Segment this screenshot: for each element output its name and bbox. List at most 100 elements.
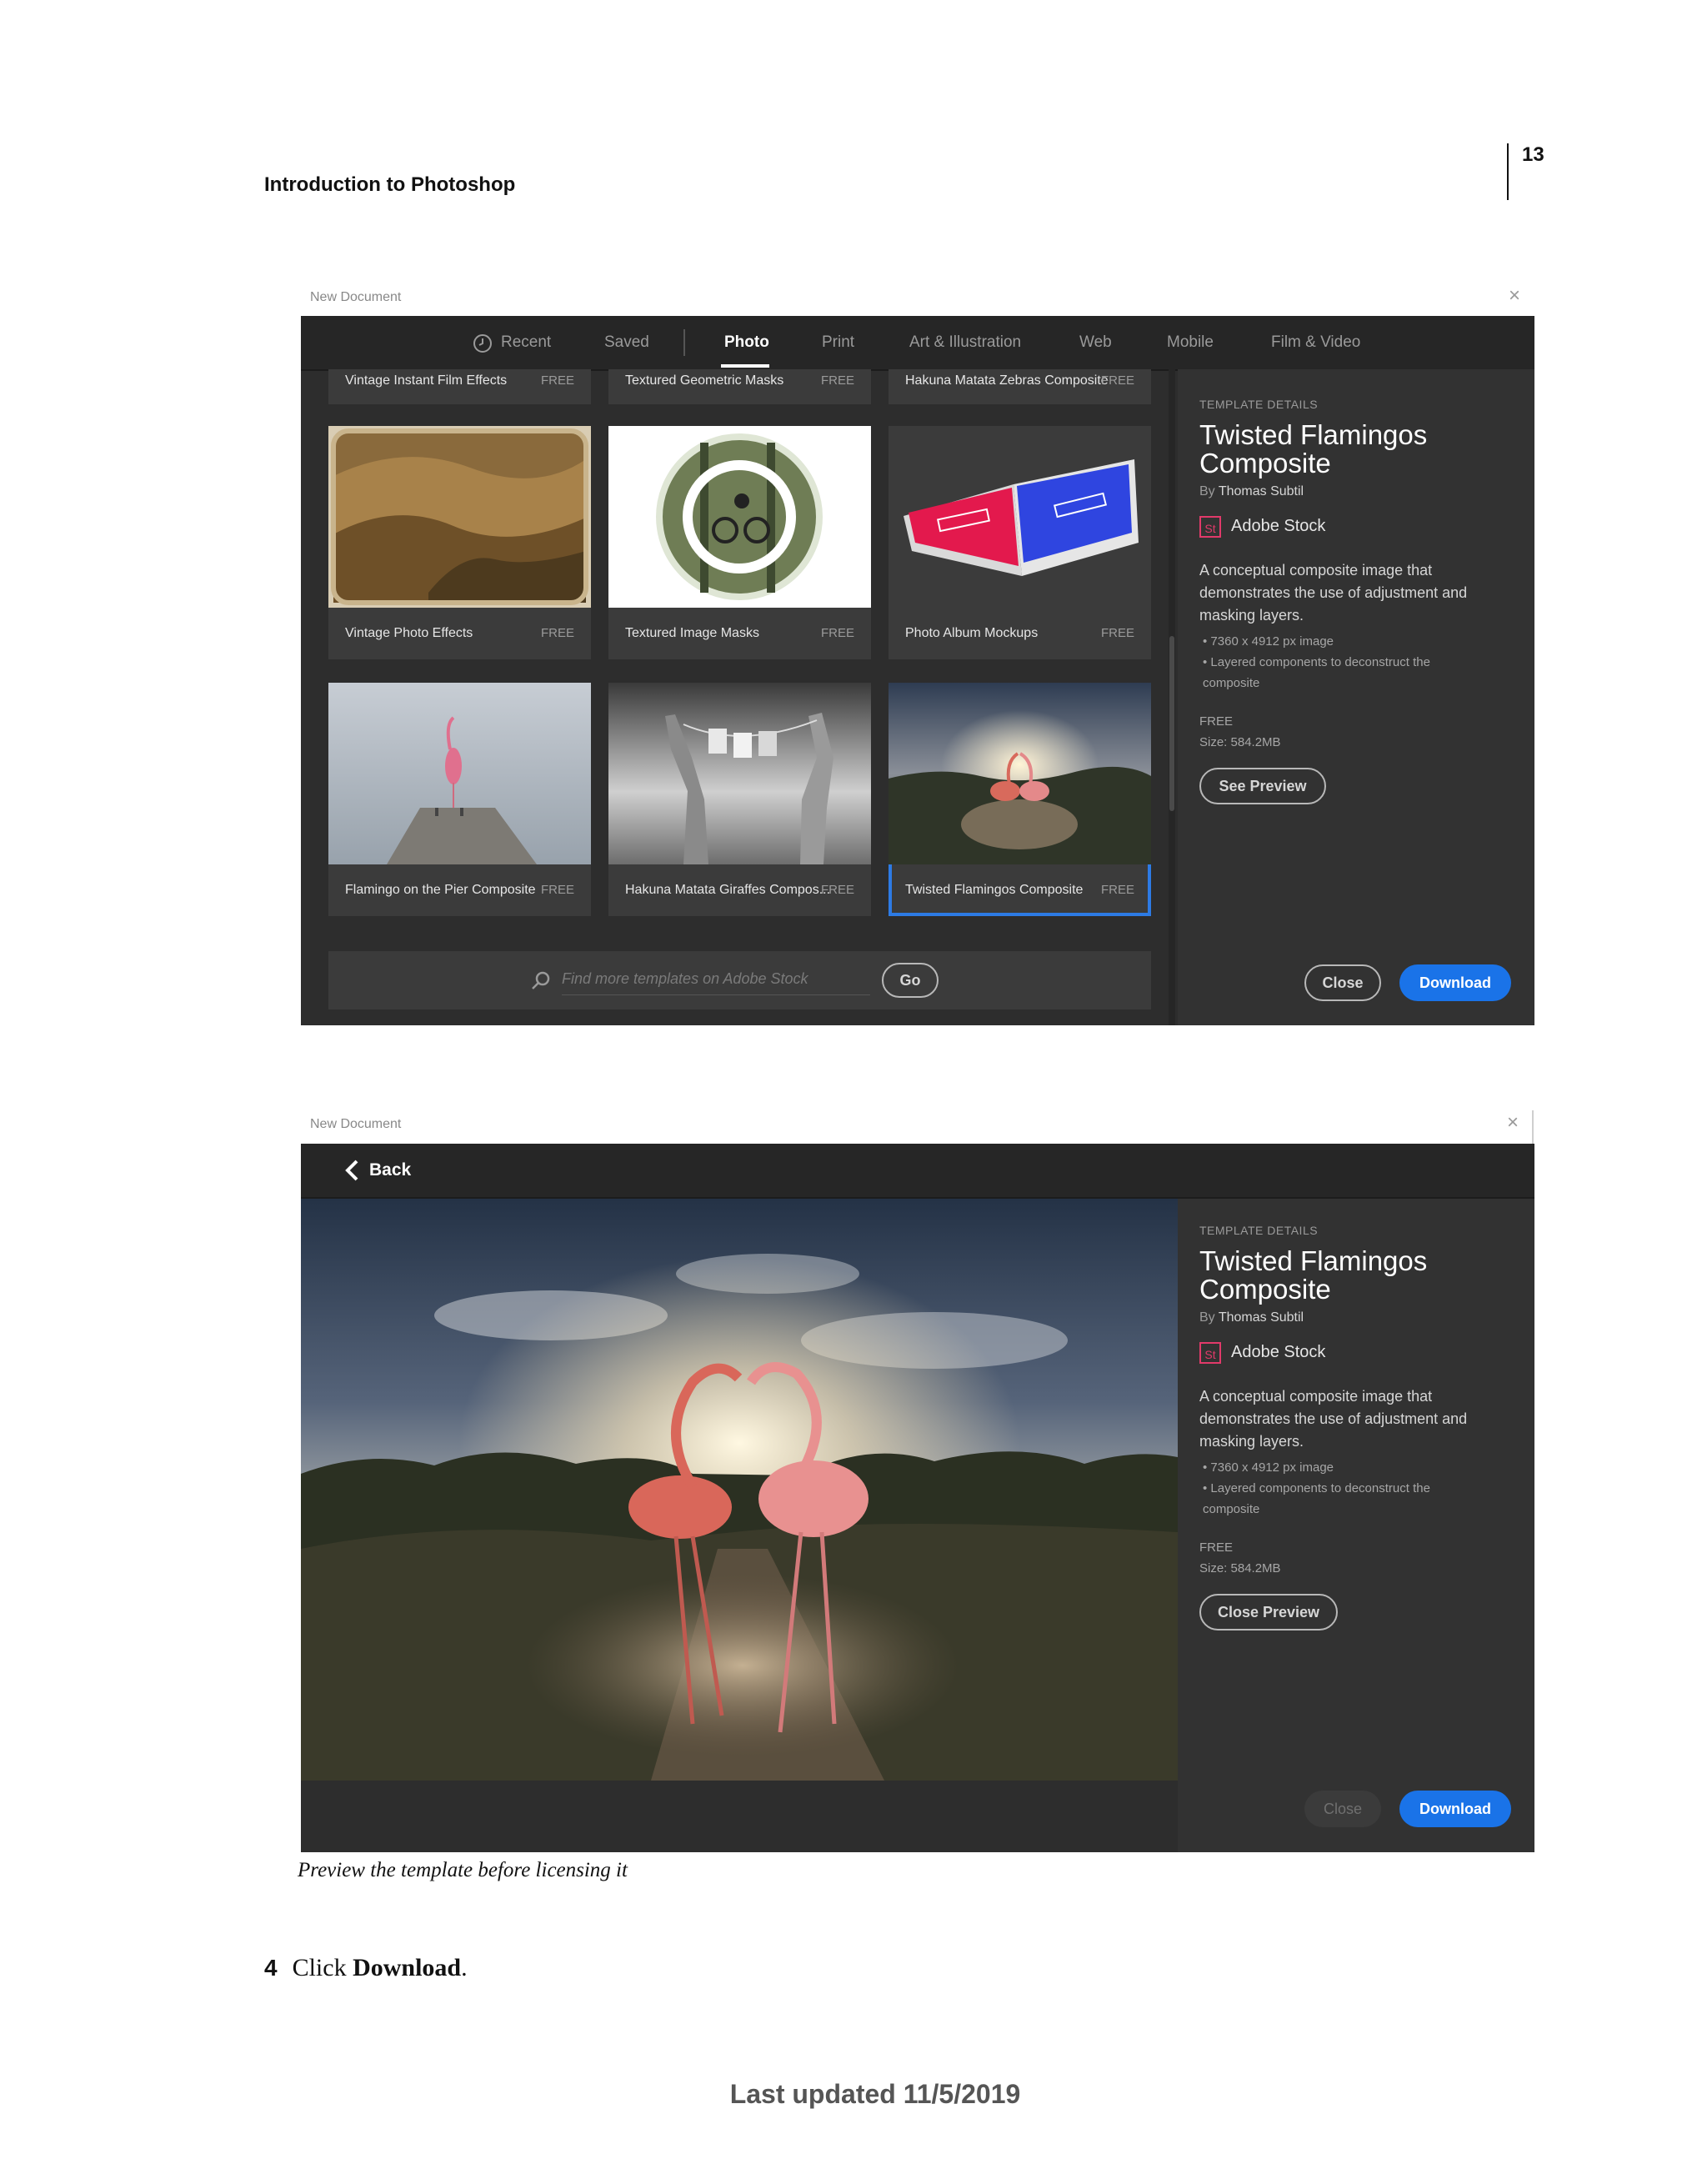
- page-footer: Last updated 11/5/2019: [729, 2079, 1021, 2109]
- stock-search-bar: Find more templates on Adobe Stock Go: [328, 951, 1151, 1009]
- tab-art-illustration[interactable]: Art & Illustration: [909, 316, 1021, 369]
- dialog-close-icon[interactable]: ×: [1507, 1113, 1519, 1133]
- template-price: FREE: [820, 373, 854, 388]
- template-name: Hakuna Matata Giraffes Compos...: [625, 883, 831, 897]
- spec-bullet: • 7360 x 4912 px image: [1203, 1460, 1334, 1475]
- author-name: Thomas Subtil: [1218, 1310, 1304, 1325]
- close-preview-button[interactable]: Close Preview: [1199, 1594, 1338, 1630]
- template-thumbnail: [608, 683, 871, 864]
- header-divider: [1507, 143, 1509, 200]
- dialog-close-icon[interactable]: ×: [1509, 286, 1520, 306]
- template-card[interactable]: Vintage Photo Effects FREE: [328, 426, 591, 659]
- spec-bullet: • Layered components to deconstruct the …: [1203, 1481, 1430, 1516]
- template-title-line2: Composite: [1199, 1274, 1331, 1305]
- download-button[interactable]: Download: [1399, 1791, 1511, 1827]
- tab-recent[interactable]: Recent: [501, 316, 551, 369]
- scrollbar-track[interactable]: [1169, 369, 1175, 1025]
- active-tab-indicator: [721, 364, 769, 368]
- category-tabs: Recent Saved Photo Print Art & Illustrat…: [301, 316, 1534, 371]
- template-grid: Vintage Instant Film Effects FREE Textur…: [301, 369, 1169, 1025]
- template-name: Photo Album Mockups: [905, 626, 1039, 640]
- template-thumbnail: [889, 683, 1151, 864]
- see-preview-button[interactable]: See Preview: [1199, 768, 1326, 804]
- page-number: 13: [1522, 143, 1544, 166]
- tab-mobile[interactable]: Mobile: [1167, 316, 1214, 369]
- template-name: Textured Image Masks: [625, 626, 759, 640]
- back-button[interactable]: Back: [369, 1144, 411, 1197]
- template-title-line2: Composite: [1199, 448, 1331, 478]
- template-price: FREE: [540, 626, 574, 640]
- step-number: 4: [264, 1955, 278, 1981]
- download-button[interactable]: Download: [1399, 964, 1511, 1001]
- template-card-selected[interactable]: Twisted Flamingos Composite FREE: [889, 683, 1151, 916]
- instruction-step: 4 Click Download.: [264, 1954, 468, 1982]
- template-price: FREE: [820, 626, 854, 640]
- template-preview-dialog: Back TEMPLATE DETAILS Twisted Flamingos …: [301, 1144, 1534, 1852]
- template-name: Hakuna Matata Zebras Composite: [905, 373, 1109, 388]
- spec-bullet: • Layered components to deconstruct the …: [1203, 655, 1430, 690]
- author-name: Thomas Subtil: [1218, 484, 1304, 498]
- template-thumbnail: [608, 426, 871, 608]
- preview-header: Back: [301, 1144, 1534, 1199]
- author-line: By Thomas Subtil: [1199, 1310, 1304, 1325]
- tab-saved[interactable]: Saved: [604, 316, 649, 369]
- search-icon: [532, 971, 550, 989]
- template-card[interactable]: Hakuna Matata Giraffes Compos... FREE: [608, 683, 871, 916]
- spec-text: 7360 x 4912 px image: [1210, 634, 1334, 649]
- tab-photo[interactable]: Photo: [724, 316, 769, 369]
- preview-footer: [301, 1781, 1178, 1852]
- scrollbar-thumb[interactable]: [1169, 636, 1174, 811]
- go-button[interactable]: Go: [882, 963, 939, 998]
- adobe-stock-logo: St: [1199, 1342, 1221, 1364]
- template-size: Size: 584.2MB: [1199, 735, 1281, 749]
- template-price: FREE: [1100, 373, 1134, 388]
- template-name: Vintage Instant Film Effects: [345, 373, 508, 388]
- template-thumbnail: [889, 426, 1151, 608]
- template-size: Size: 584.2MB: [1199, 1561, 1281, 1575]
- brand-name: Adobe Stock: [1231, 1343, 1326, 1361]
- adobe-stock-logo: St: [1199, 516, 1221, 538]
- clock-icon: [473, 334, 492, 353]
- spec-text: 7360 x 4912 px image: [1210, 1460, 1334, 1475]
- tab-web[interactable]: Web: [1079, 316, 1112, 369]
- template-price: FREE: [540, 883, 574, 897]
- figure-caption: Preview the template before licensing it: [298, 1859, 628, 1881]
- close-button[interactable]: Close: [1304, 1791, 1381, 1827]
- template-price: FREE: [1199, 1540, 1234, 1555]
- template-card[interactable]: Hakuna Matata Zebras Composite FREE: [889, 369, 1151, 404]
- tab-print[interactable]: Print: [822, 316, 854, 369]
- template-card[interactable]: Flamingo on the Pier Composite FREE: [328, 683, 591, 916]
- template-card[interactable]: Vintage Instant Film Effects FREE: [328, 369, 591, 404]
- search-input[interactable]: Find more templates on Adobe Stock: [562, 970, 808, 988]
- spec-bullet: • 7360 x 4912 px image: [1203, 634, 1334, 649]
- new-document-dialog: Recent Saved Photo Print Art & Illustrat…: [301, 316, 1534, 1025]
- tab-film-video[interactable]: Film & Video: [1271, 316, 1360, 369]
- author-line: By Thomas Subtil: [1199, 484, 1304, 499]
- template-card[interactable]: Photo Album Mockups FREE: [889, 426, 1151, 659]
- page-header-title: Introduction to Photoshop: [264, 173, 516, 196]
- template-thumbnail: [328, 683, 591, 864]
- dialog-caption: New Document: [310, 1117, 402, 1131]
- search-underline: [562, 994, 870, 995]
- details-heading: TEMPLATE DETAILS: [1199, 398, 1319, 411]
- spec-text: Layered components to deconstruct the co…: [1203, 1481, 1430, 1516]
- dialog-caption: New Document: [310, 290, 402, 304]
- template-name: Vintage Photo Effects: [345, 626, 473, 640]
- chevron-left-icon[interactable]: [343, 1159, 361, 1182]
- template-name: Textured Geometric Masks: [625, 373, 784, 388]
- details-heading: TEMPLATE DETAILS: [1199, 1224, 1319, 1237]
- step-emphasis: Download: [353, 1954, 462, 1981]
- template-details-panel: TEMPLATE DETAILS Twisted Flamingos Compo…: [1178, 369, 1534, 1025]
- window-edge: [1532, 1110, 1534, 1144]
- template-card[interactable]: Textured Image Masks FREE: [608, 426, 871, 659]
- template-preview-image: [301, 1199, 1178, 1781]
- template-description: A conceptual composite image that demons…: [1199, 562, 1468, 624]
- template-title: Twisted Flamingos: [1199, 1245, 1428, 1276]
- template-card[interactable]: Textured Geometric Masks FREE: [608, 369, 871, 404]
- template-price: FREE: [820, 883, 854, 897]
- close-button[interactable]: Close: [1304, 964, 1381, 1001]
- template-price: FREE: [540, 373, 574, 388]
- template-thumbnail: [328, 426, 591, 608]
- tab-separator: [683, 329, 685, 356]
- template-name: Flamingo on the Pier Composite: [345, 883, 536, 897]
